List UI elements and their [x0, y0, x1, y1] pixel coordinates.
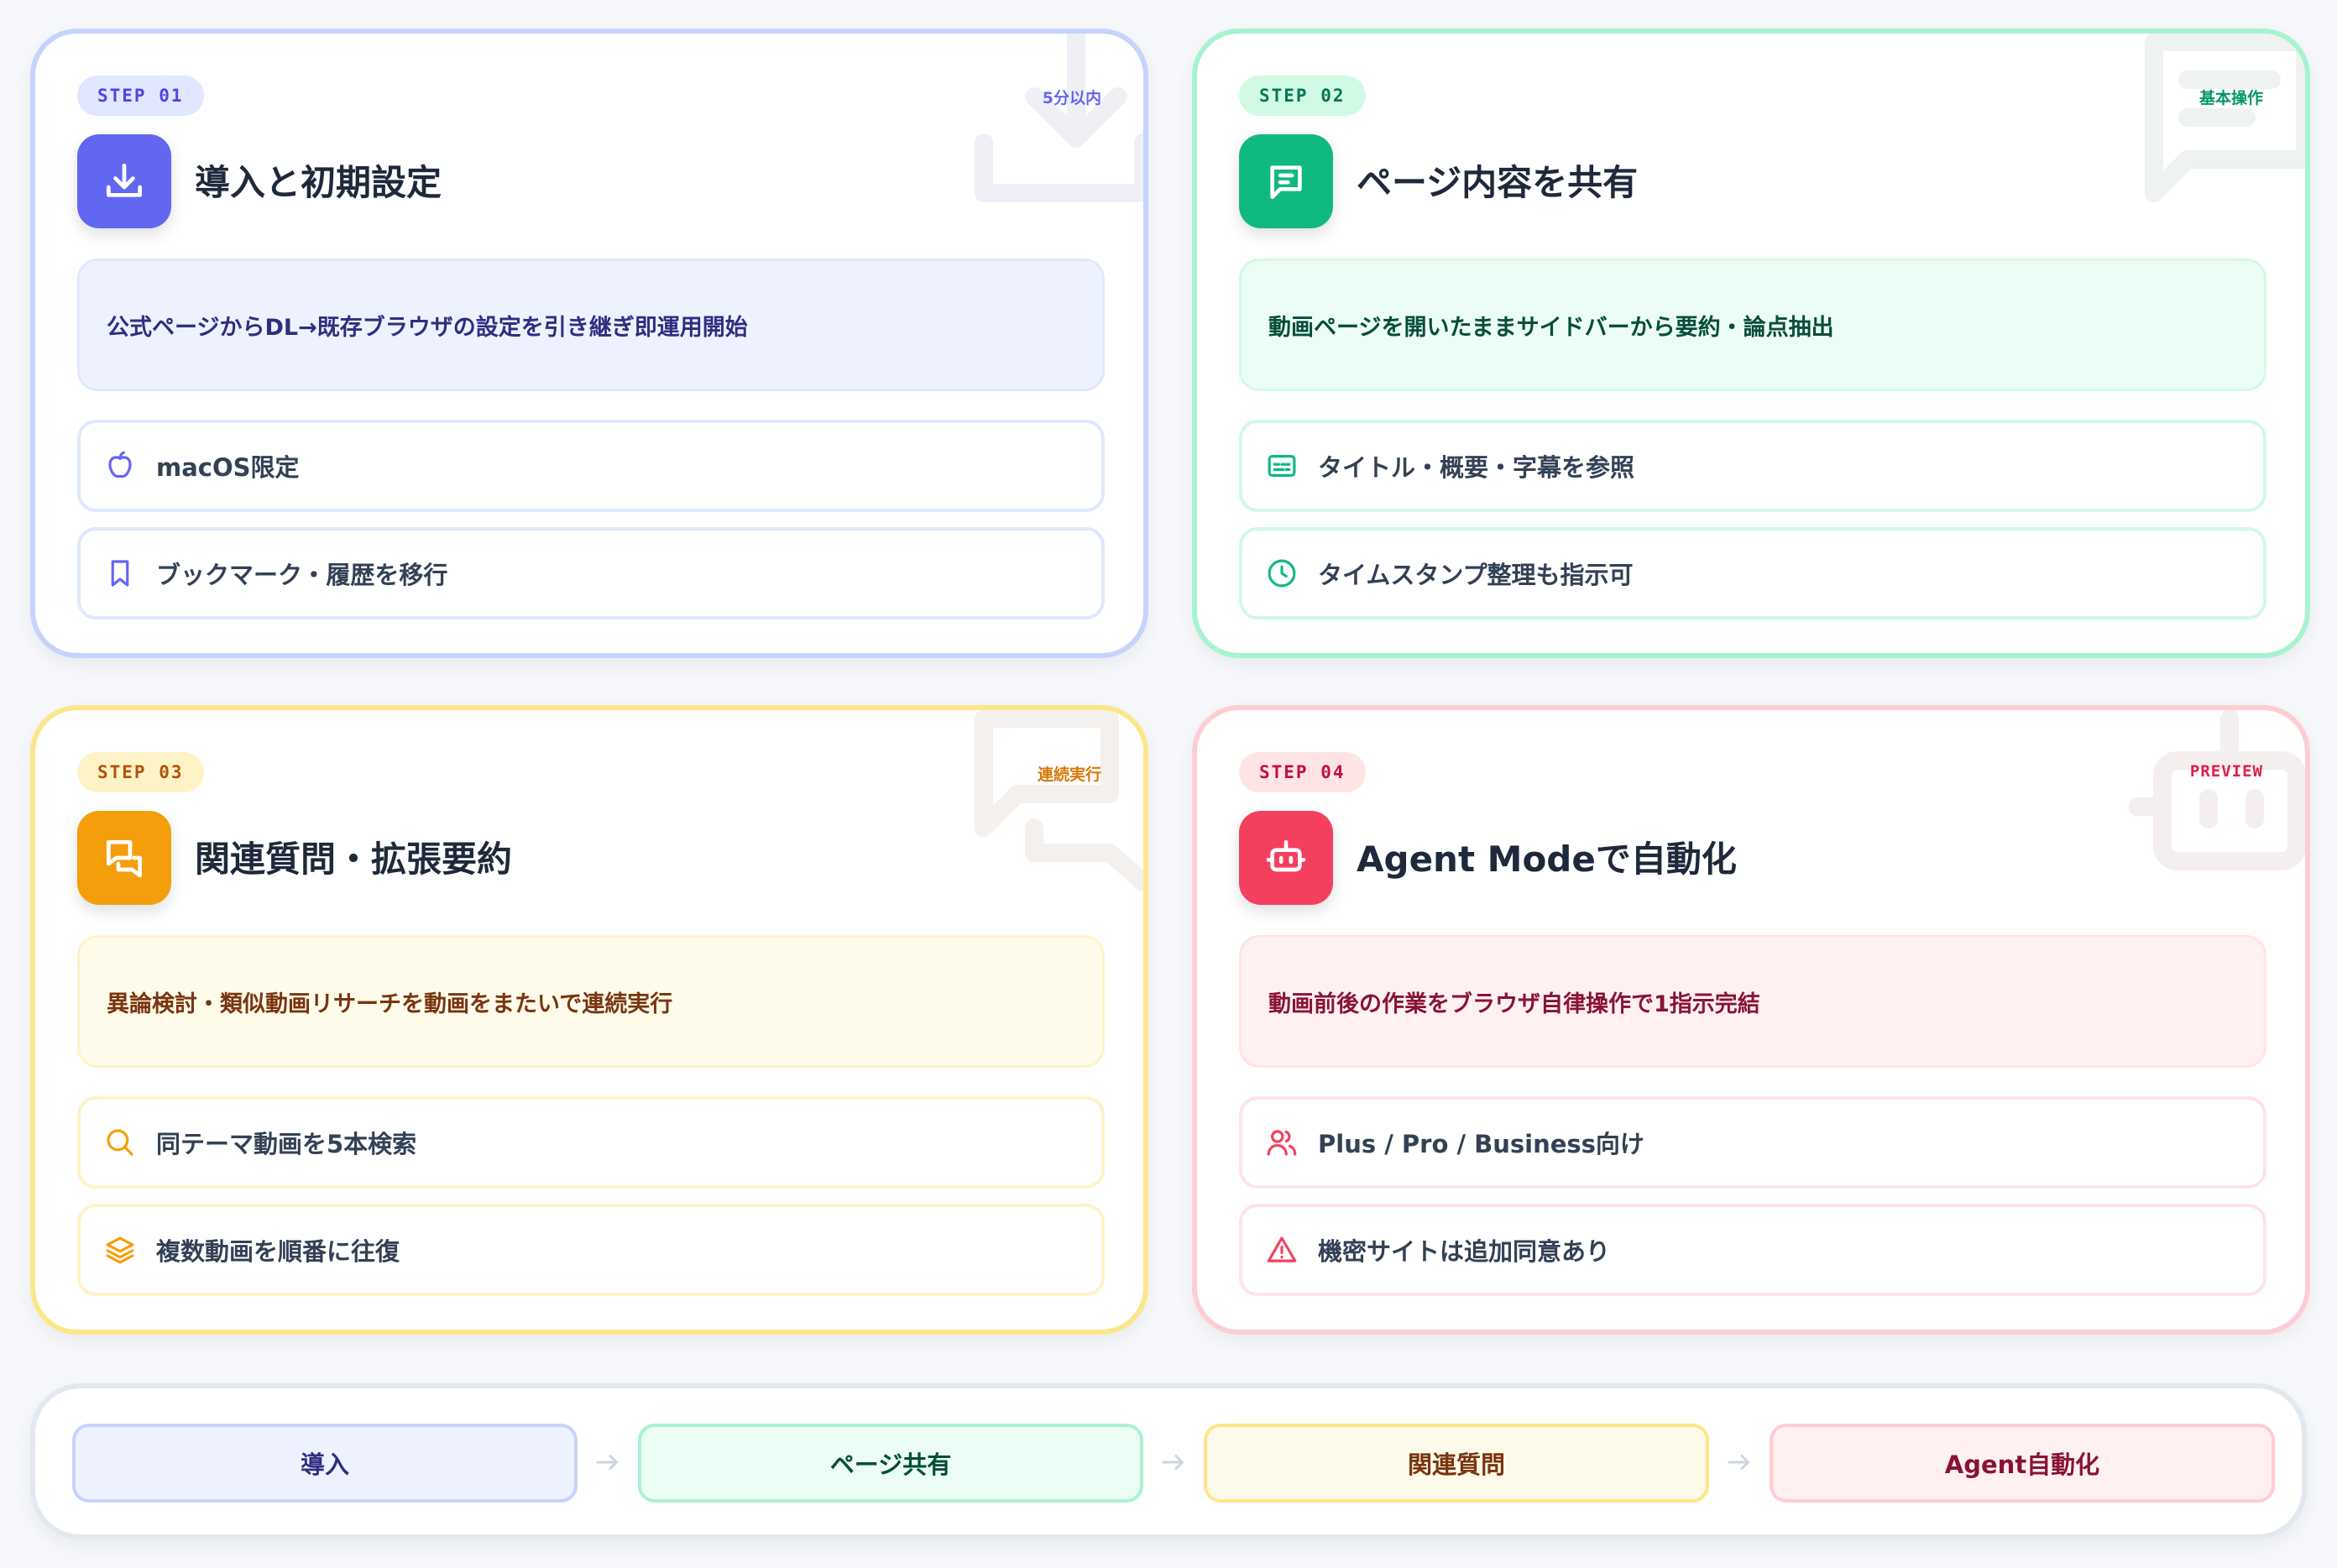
chat-watermark-icon — [967, 710, 1143, 895]
card-title: 関連質問・拡張要約 — [195, 839, 513, 880]
robot-watermark-icon — [2128, 710, 2305, 895]
feature-label: 複数動画を順番に往復 — [156, 1237, 400, 1266]
time-tag: 5分以内 — [1042, 89, 1101, 107]
card-description: 動画前後の作業をブラウザ自律操作で1指示完結 — [1239, 935, 2266, 1068]
card-title: ページ内容を共有 — [1357, 162, 1639, 203]
download-icon — [77, 134, 171, 228]
flow-step-share[interactable]: ページ共有 — [638, 1424, 1143, 1503]
robot-icon — [1239, 811, 1333, 905]
clock-icon — [1264, 556, 1299, 591]
users-icon — [1264, 1125, 1299, 1160]
feature-label: Plus / Pro / Business向け — [1318, 1130, 1644, 1158]
flow-step-install[interactable]: 導入 — [72, 1424, 578, 1503]
message-watermark-icon — [2129, 34, 2305, 218]
message-icon — [1239, 134, 1333, 228]
download-watermark-icon — [967, 34, 1143, 218]
apple-icon — [102, 448, 138, 483]
feature-label: 機密サイトは追加同意あり — [1318, 1237, 1611, 1266]
card-title: 導入と初期設定 — [195, 162, 442, 203]
step-badge: STEP 02 — [1239, 76, 1366, 116]
feature-label: macOS限定 — [156, 453, 300, 482]
card-description: 公式ページからDL→既存ブラウザの設定を引き継ぎ即運用開始 — [77, 259, 1105, 391]
feature-item: 機密サイトは追加同意あり — [1239, 1204, 2266, 1296]
feature-label: 同テーマ動画を5本検索 — [156, 1130, 417, 1158]
arrow-right-icon — [1724, 1447, 1754, 1477]
subtitles-icon — [1264, 448, 1299, 483]
chat-icon — [77, 811, 171, 905]
steps-grid: STEP 01 5分以内 導入と初期設定 公式ページからDL→既存ブラウザの設定… — [0, 0, 2337, 1568]
feature-item: ブックマーク・履歴を移行 — [77, 527, 1105, 619]
feature-item: 同テーマ動画を5本検索 — [77, 1096, 1105, 1189]
warning-icon — [1264, 1232, 1299, 1267]
feature-label: タイムスタンプ整理も指示可 — [1318, 561, 1634, 589]
step-card-2: STEP 02 基本操作 ページ内容を共有 動画ページを開いたままサイドバーから… — [1192, 29, 2310, 658]
preview-tag: PREVIEW — [2189, 762, 2263, 781]
layers-icon — [102, 1232, 138, 1267]
card-description: 異論検討・類似動画リサーチを動画をまたいで連続実行 — [77, 935, 1105, 1068]
card-title: Agent Modeで自動化 — [1357, 839, 1737, 880]
step-card-4: STEP 04 PREVIEW Agent Modeで自動化 動画前後の作業をブ… — [1192, 705, 2310, 1335]
flow-step-agent[interactable]: Agent自動化 — [1770, 1424, 2275, 1503]
flow-step-related[interactable]: 関連質問 — [1204, 1424, 1709, 1503]
mode-tag: 連続実行 — [1037, 766, 1101, 784]
card-description: 動画ページを開いたままサイドバーから要約・論点抽出 — [1239, 259, 2266, 391]
feature-item: Plus / Pro / Business向け — [1239, 1096, 2266, 1189]
mode-tag: 基本操作 — [2198, 89, 2263, 107]
feature-label: タイトル・概要・字幕を参照 — [1318, 453, 1635, 482]
step-badge: STEP 03 — [77, 752, 204, 792]
feature-item: macOS限定 — [77, 420, 1105, 512]
feature-item: 複数動画を順番に往復 — [77, 1204, 1105, 1296]
bookmark-icon — [102, 556, 138, 591]
step-badge: STEP 01 — [77, 76, 204, 116]
arrow-right-icon — [593, 1447, 623, 1477]
arrow-right-icon — [1158, 1447, 1189, 1477]
flow-bar: 導入 ページ共有 関連質問 Agent自動化 — [30, 1383, 2307, 1539]
step-card-1: STEP 01 5分以内 導入と初期設定 公式ページからDL→既存ブラウザの設定… — [30, 29, 1148, 658]
search-icon — [102, 1125, 138, 1160]
feature-item: タイトル・概要・字幕を参照 — [1239, 420, 2266, 512]
step-badge: STEP 04 — [1239, 752, 1366, 792]
feature-label: ブックマーク・履歴を移行 — [156, 561, 448, 589]
step-card-3: STEP 03 連続実行 関連質問・拡張要約 異論検討・類似動画リサーチを動画を… — [30, 705, 1148, 1335]
feature-item: タイムスタンプ整理も指示可 — [1239, 527, 2266, 619]
